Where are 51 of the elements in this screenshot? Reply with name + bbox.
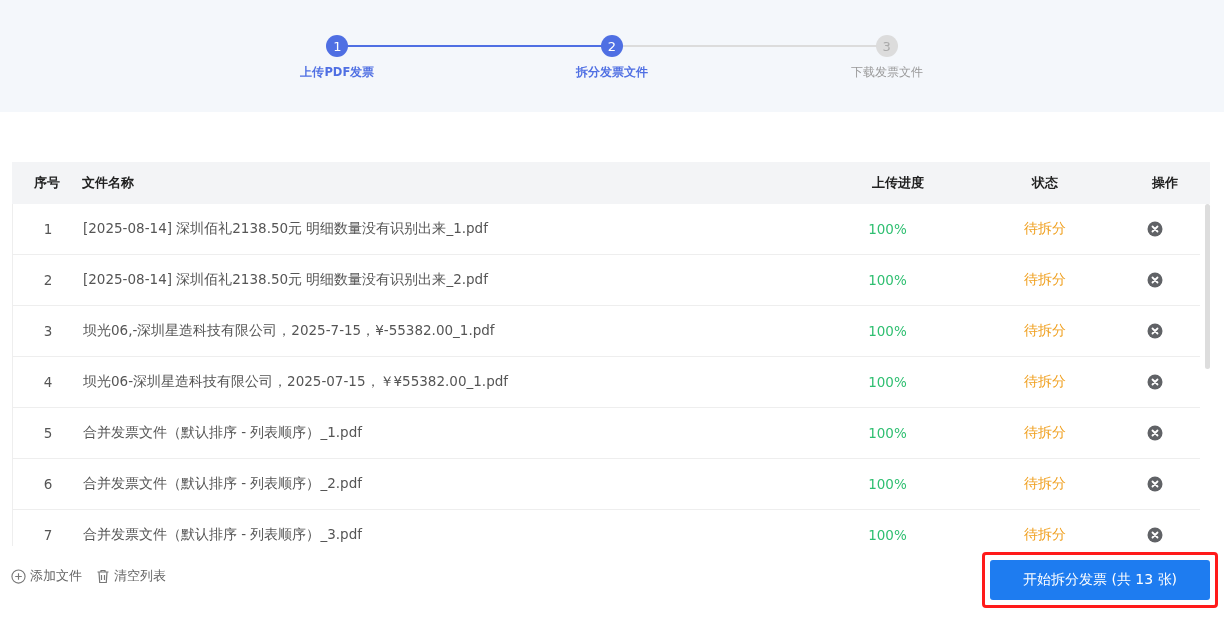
- file-name: 合并发票文件（默认排序 - 列表顺序）_3.pdf: [83, 526, 364, 544]
- file-name: 坝光06-深圳星造科技有限公司，2025-07-15，￥¥55382.00_1.pdf: [83, 373, 510, 391]
- file-name: 合并发票文件（默认排序 - 列表顺序）_2.pdf: [83, 475, 364, 493]
- file-name: 合并发票文件（默认排序 - 列表顺序）_1.pdf: [83, 424, 364, 442]
- row-number: 5: [43, 425, 53, 441]
- scrollbar[interactable]: [1205, 204, 1210, 369]
- remove-icon[interactable]: [1147, 374, 1163, 390]
- upload-progress: 100%: [868, 323, 907, 339]
- column-header: 操作: [1152, 174, 1178, 192]
- step-label: 拆分发票文件: [576, 65, 648, 80]
- row-number: 4: [43, 374, 53, 390]
- upload-progress: 100%: [868, 425, 907, 441]
- trash-icon: [96, 568, 110, 584]
- step-number: 2: [601, 35, 623, 57]
- upload-progress: 100%: [868, 272, 907, 288]
- column-header: 状态: [1032, 174, 1059, 192]
- add-file-link[interactable]: 添加文件: [11, 567, 82, 585]
- remove-icon[interactable]: [1147, 425, 1163, 441]
- status-text: 待拆分: [1023, 220, 1066, 238]
- remove-icon[interactable]: [1147, 476, 1163, 492]
- status-text: 待拆分: [1023, 424, 1066, 442]
- file-name: 坝光06,-深圳星造科技有限公司，2025-7-15，¥-55382.00_1.pdf: [83, 322, 496, 340]
- status-text: 待拆分: [1023, 271, 1066, 289]
- status-text: 待拆分: [1023, 475, 1066, 493]
- column-header: 文件名称: [82, 174, 135, 192]
- row-number: 6: [43, 476, 53, 492]
- upload-progress: 100%: [868, 374, 907, 390]
- step-label: 上传PDF发票: [300, 65, 375, 80]
- clear-list-link[interactable]: 清空列表: [96, 567, 166, 585]
- step-label: 下载发票文件: [850, 65, 923, 80]
- status-text: 待拆分: [1023, 526, 1066, 544]
- file-name: [2025-08-14] 深圳佰礼2138.50元 明细数量没有识别出来_1.pdf: [83, 220, 490, 238]
- row-number: 7: [43, 527, 53, 543]
- status-text: 待拆分: [1023, 373, 1066, 391]
- upload-progress: 100%: [868, 476, 907, 492]
- upload-progress: 100%: [868, 527, 907, 543]
- add-circle-icon: [11, 568, 26, 584]
- row-number: 3: [43, 323, 53, 339]
- column-header: 上传进度: [870, 174, 924, 192]
- step-number: 1: [326, 35, 349, 57]
- remove-icon[interactable]: [1147, 323, 1163, 339]
- status-text: 待拆分: [1023, 322, 1066, 340]
- remove-icon[interactable]: [1147, 221, 1163, 237]
- start-split-button[interactable]: 开始拆分发票 (共 13 张): [990, 560, 1210, 600]
- file-name: [2025-08-14] 深圳佰礼2138.50元 明细数量没有识别出来_2.pdf: [83, 271, 490, 289]
- upload-progress: 100%: [868, 221, 907, 237]
- remove-icon[interactable]: [1147, 527, 1163, 543]
- row-number: 2: [43, 272, 53, 288]
- remove-icon[interactable]: [1147, 272, 1163, 288]
- column-header: 序号: [34, 174, 60, 192]
- row-number: 1: [43, 221, 53, 237]
